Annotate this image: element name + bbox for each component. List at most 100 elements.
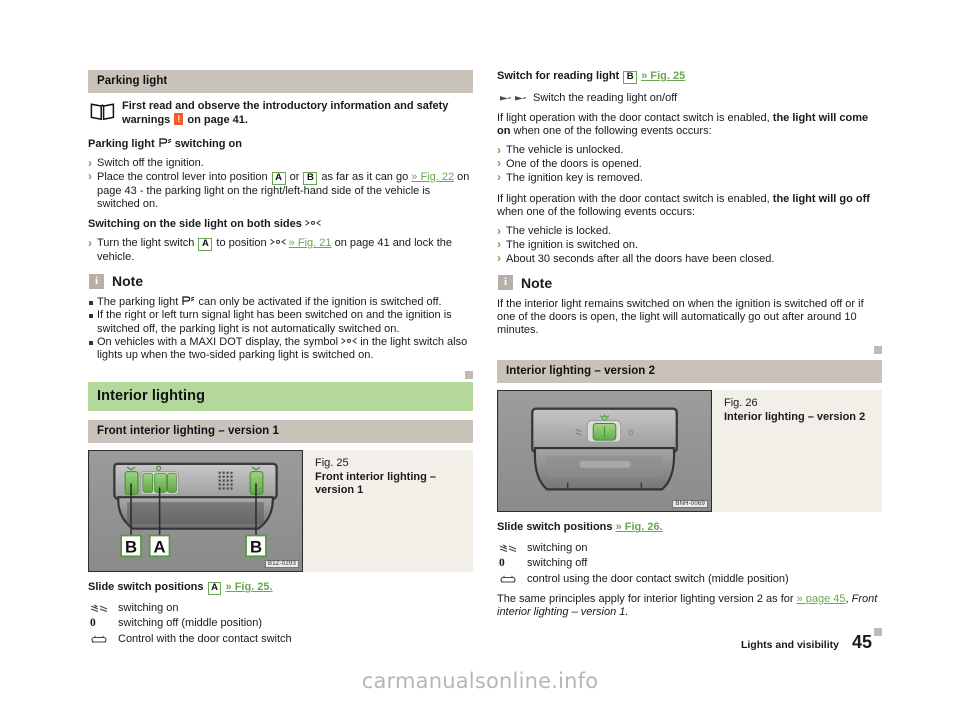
intro-read-text-after: on page 41. [187,114,248,127]
legend-row: 0 switching off [497,556,882,570]
figure-25: B A B B1Z-0293 Fig. 25 Front interior li… [88,450,473,573]
step-text-3: as far as it can go [321,170,409,183]
step-text-1: Place the control lever into position [97,170,268,183]
info-icon: i [89,273,104,289]
right-column: Switch for reading light B » Fig. 25 Swi… [497,70,882,637]
interior-light-on-icon [88,601,118,615]
ref-b-box: B [303,171,318,185]
legend-row: control using the door contact switch (m… [497,572,882,586]
list-item: Switch off the ignition. [88,157,473,170]
figure-26-caption-line1: Fig. 26 [724,397,758,410]
list-item: The parking light can only be activated … [88,296,473,309]
list-item: One of the doors is opened. [497,157,882,171]
slide-switch-heading-left: Slide switch positions A » Fig. 25. [88,581,473,595]
page-45-link[interactable]: » page 45 [797,593,846,605]
side-light-symbol-icon [305,218,321,230]
list-item: About 30 seconds after all the doors hav… [497,252,882,266]
note-block: i Note [89,273,473,289]
figure-25-image-code: B1Z-0293 [265,560,299,569]
slide-switch-legend-left: switching on 0 switching off (middle pos… [88,601,473,646]
reading-light-heading: Switch for reading light B » Fig. 25 [497,70,882,84]
svg-text:0: 0 [629,429,634,438]
legend-desc: switching on [118,601,179,614]
end-of-section-marker [874,628,882,637]
fig-25-link[interactable]: » Fig. 25 [641,70,685,82]
note-label: Note [521,274,553,291]
closing-paragraph: The same principles apply for interior l… [497,593,882,619]
figure-25-image: B A B B1Z-0293 [88,450,303,573]
side-light-heading: Switching on the side light on both side… [88,218,473,231]
slide-switch-heading-right: Slide switch positions » Fig. 26. [497,521,882,534]
fig-25-link[interactable]: » Fig. 25. [226,581,273,593]
list-item: Place the control lever into position A … [88,170,473,211]
go-off-events: The vehicle is locked. The ignition is s… [497,225,882,266]
zero-off-icon: 0 [499,557,505,570]
ref-a-box: A [271,171,286,185]
legend-desc: switching off (middle position) [118,617,263,630]
ref-a-box: A [198,237,213,251]
list-item: The ignition is switched on. [497,238,882,252]
go-off-bold: the light will go off [772,192,870,205]
step-text: Switch off the ignition. [97,157,204,170]
figure-26: 0 BNH-0069 Fig. 26 Interior lighting – v… [497,390,882,513]
front-interior-lighting-v1-header: Front interior lighting – version 1 [88,420,473,444]
come-on-text-1: If light operation with the door contact… [497,111,770,124]
legend-row: Control with the door contact switch [88,632,473,646]
go-off-text-2: when one of the following events occurs: [497,206,696,219]
left-column: Parking light First read and observe the… [88,70,473,653]
parking-light-switching-on-heading: Parking light switching on [88,138,473,151]
note-block: i Note [498,275,882,291]
reading-light-pair-icon [497,91,533,105]
fig-21-link[interactable]: » Fig. 21 [289,237,332,249]
fig-26-link[interactable]: » Fig. 26. [616,521,663,533]
fig-22-link[interactable]: » Fig. 22 [411,171,454,183]
reading-light-heading-text: Switch for reading light [497,70,620,82]
come-on-paragraph: If light operation with the door contact… [497,112,882,138]
legend-row: 0 switching off (middle position) [88,616,473,630]
note-label: Note [112,273,144,290]
event-text: The vehicle is unlocked. [506,144,624,157]
interior-lighting-v2-header: Interior lighting – version 2 [497,360,882,384]
legend-row: Switch the reading light on/off [497,91,882,105]
closing-text-1: The same principles apply for interior l… [497,592,794,605]
event-text: The ignition is switched on. [506,238,639,251]
side-step-text-2: to position [216,237,267,250]
intro-read-block: First read and observe the introductory … [90,100,473,128]
page-footer: Lights and visibility 45 [741,632,872,653]
heading-pre: Parking light [88,137,155,150]
open-book-icon [90,102,115,121]
side-light-heading-text: Switching on the side light on both side… [88,217,302,230]
legend-desc: control using the door contact switch (m… [527,572,789,585]
legend-desc: Switch the reading light on/off [533,91,678,104]
end-of-section-marker-row [88,366,473,380]
note-text-pre: The parking light [97,296,179,309]
figure-25-caption-line1: Fig. 25 [315,457,349,470]
side-light-symbol-icon [341,336,360,348]
event-text: One of the doors is opened. [506,157,642,170]
figure-25-caption: Fig. 25 Front interior lighting – versio… [303,450,473,572]
parking-light-symbol-icon [158,138,175,150]
door-contact-switch-icon [497,572,527,586]
note-text-pre: On vehicles with a MAXI DOT display, the… [97,335,339,348]
note-text-post: can only be activated if the ignition is… [198,296,442,309]
closing-text-2: , [845,592,849,605]
slide-switch-heading-text: Slide switch positions [497,521,613,534]
interior-light-on-icon [497,541,527,555]
svg-text:B: B [125,537,137,556]
event-text: The ignition key is removed. [506,171,643,184]
parking-light-symbol-icon [181,296,198,308]
list-item: On vehicles with a MAXI DOT display, the… [88,336,473,362]
legend-desc: switching off [527,557,588,570]
list-item: The vehicle is locked. [497,225,882,238]
info-icon: i [498,275,513,291]
parking-light-header: Parking light [88,70,473,93]
figure-26-image-code: BNH-0069 [672,500,708,509]
note-text-pre: If the right or left turn signal light h… [97,309,452,335]
legend-row: switching on [497,541,882,555]
zero-off-icon: 0 [90,617,96,630]
list-item: If the right or left turn signal light h… [88,309,473,335]
intro-read-text: First read and observe the introductory … [122,100,473,128]
warning-badge: ! [174,113,184,126]
svg-text:A: A [154,537,166,556]
come-on-text-2: when one of the following events occurs: [513,125,712,138]
